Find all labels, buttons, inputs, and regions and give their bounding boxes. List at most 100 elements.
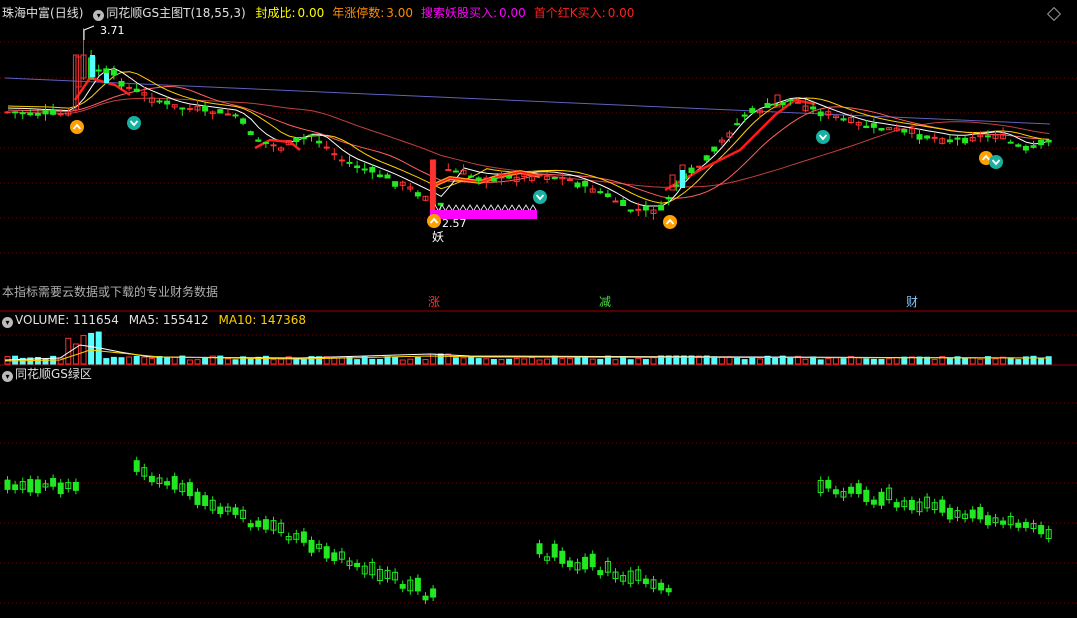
indicator-item-label: 搜索妖股买入: xyxy=(421,6,498,20)
candle-body xyxy=(376,174,383,178)
low-price-marker: 2.57 xyxy=(442,217,467,230)
volume-menu-icon[interactable]: ▾ xyxy=(2,317,13,328)
green-zone-candle xyxy=(1038,525,1045,535)
volume-bar xyxy=(293,358,300,365)
period-label: (日线) xyxy=(50,6,84,20)
candle-body xyxy=(293,137,300,143)
candle-body xyxy=(954,137,961,140)
green-zone-candle xyxy=(848,486,855,494)
volume-bar xyxy=(772,356,779,365)
candle-body xyxy=(711,146,718,152)
green-zone-candle xyxy=(414,577,421,592)
ma10-value: 147368 xyxy=(260,313,306,327)
volume-bar xyxy=(566,357,573,365)
candle-body xyxy=(962,137,969,144)
indicator-item-label: 年涨停数: xyxy=(332,6,385,20)
candle-body xyxy=(414,192,421,197)
green-zone-candle xyxy=(939,499,946,513)
candle-body xyxy=(247,131,254,136)
candle-body xyxy=(604,193,611,198)
green-zone-candle xyxy=(217,506,224,515)
green-zone-candle xyxy=(582,556,589,570)
candle-body xyxy=(1045,139,1052,143)
volume-bar xyxy=(498,359,505,365)
candle-body xyxy=(840,118,847,121)
green-zone-candle xyxy=(27,479,34,493)
zigzag-mark xyxy=(473,204,481,211)
indicator-name[interactable]: 同花顺GS主图T(18,55,3) xyxy=(106,6,245,20)
candle-body xyxy=(779,102,786,106)
candle-body xyxy=(582,181,589,187)
sell-signal-icon xyxy=(127,116,141,130)
candle-body xyxy=(1015,144,1022,147)
green-panel-header: ▾ 同花顺GS绿区 xyxy=(2,367,98,382)
candle-body xyxy=(346,161,353,164)
indicator-item-label: 封成比: xyxy=(255,6,296,20)
candle-body xyxy=(787,98,794,101)
green-zone-candle xyxy=(863,489,870,502)
volume-bar xyxy=(156,356,163,365)
candle-body xyxy=(475,177,482,181)
green-zone-candle xyxy=(946,507,953,520)
candle-body xyxy=(749,108,756,114)
volume-bar xyxy=(802,358,809,365)
tag-zhang[interactable]: 涨 xyxy=(427,296,441,309)
chart-canvas xyxy=(0,25,1077,604)
tag-cai[interactable]: 财 xyxy=(905,296,919,309)
volume-bar xyxy=(361,356,368,365)
indicator-menu-icon[interactable]: ▾ xyxy=(93,10,105,21)
volume-bar xyxy=(536,359,543,365)
volume-bar xyxy=(741,359,748,365)
zigzag-mark xyxy=(459,204,467,211)
volume-bar xyxy=(589,358,596,365)
candle-body xyxy=(361,168,368,171)
green-zone-candle xyxy=(855,483,862,495)
candle-body xyxy=(354,165,361,169)
volume-bar xyxy=(650,357,657,365)
green-panel-title[interactable]: 同花顺GS绿区 xyxy=(15,367,92,381)
tag-jian[interactable]: 减 xyxy=(598,296,612,309)
buy-signal-icon xyxy=(70,120,84,134)
candle-body xyxy=(179,107,186,110)
candle-body xyxy=(878,128,885,131)
green-zone-candle xyxy=(399,584,406,589)
zigzag-mark xyxy=(445,204,453,211)
volume-bar xyxy=(627,359,634,365)
candle-body xyxy=(262,141,269,144)
volume-bar xyxy=(126,356,133,365)
zigzag-mark xyxy=(466,204,474,211)
candle-body xyxy=(574,182,581,188)
green-zone-candle xyxy=(186,482,193,497)
buy-signal-icon xyxy=(427,214,441,228)
green-zone-candle xyxy=(72,481,79,491)
volume-bar xyxy=(490,359,497,365)
green-zone-candle xyxy=(551,543,558,558)
candle-body xyxy=(635,208,642,211)
volume-bar xyxy=(270,359,277,365)
volume-bar xyxy=(620,356,627,365)
volume-bar xyxy=(931,358,938,365)
green-panel-menu-icon[interactable]: ▾ xyxy=(2,371,13,382)
candle-body xyxy=(126,86,133,89)
volume-bar xyxy=(962,357,969,365)
candle-body xyxy=(202,105,209,112)
volume-bar xyxy=(946,357,953,365)
candle-body xyxy=(323,146,330,149)
green-zone-candle xyxy=(247,523,254,528)
candle-body xyxy=(270,144,277,147)
volume-bar xyxy=(642,359,649,365)
main-header: 珠海中富(日线) ▾ 同花顺GS主图T(18,55,3) 封成比: 0.00 年涨停数… xyxy=(2,6,648,21)
zigzag-mark xyxy=(487,204,495,211)
green-zone-candle xyxy=(536,543,543,555)
high-price-marker: 3.71 xyxy=(100,24,125,37)
ma5-label: MA5: xyxy=(128,313,160,327)
volume-bar xyxy=(141,356,148,365)
green-zone-candle xyxy=(4,479,11,490)
candle-body xyxy=(1007,141,1014,144)
candle-body xyxy=(734,123,741,126)
volume-bar xyxy=(1007,357,1014,365)
candle-body xyxy=(817,111,824,117)
volume-bar xyxy=(559,358,566,365)
candle-body xyxy=(924,135,931,139)
ma-yellow-line xyxy=(7,71,1050,204)
